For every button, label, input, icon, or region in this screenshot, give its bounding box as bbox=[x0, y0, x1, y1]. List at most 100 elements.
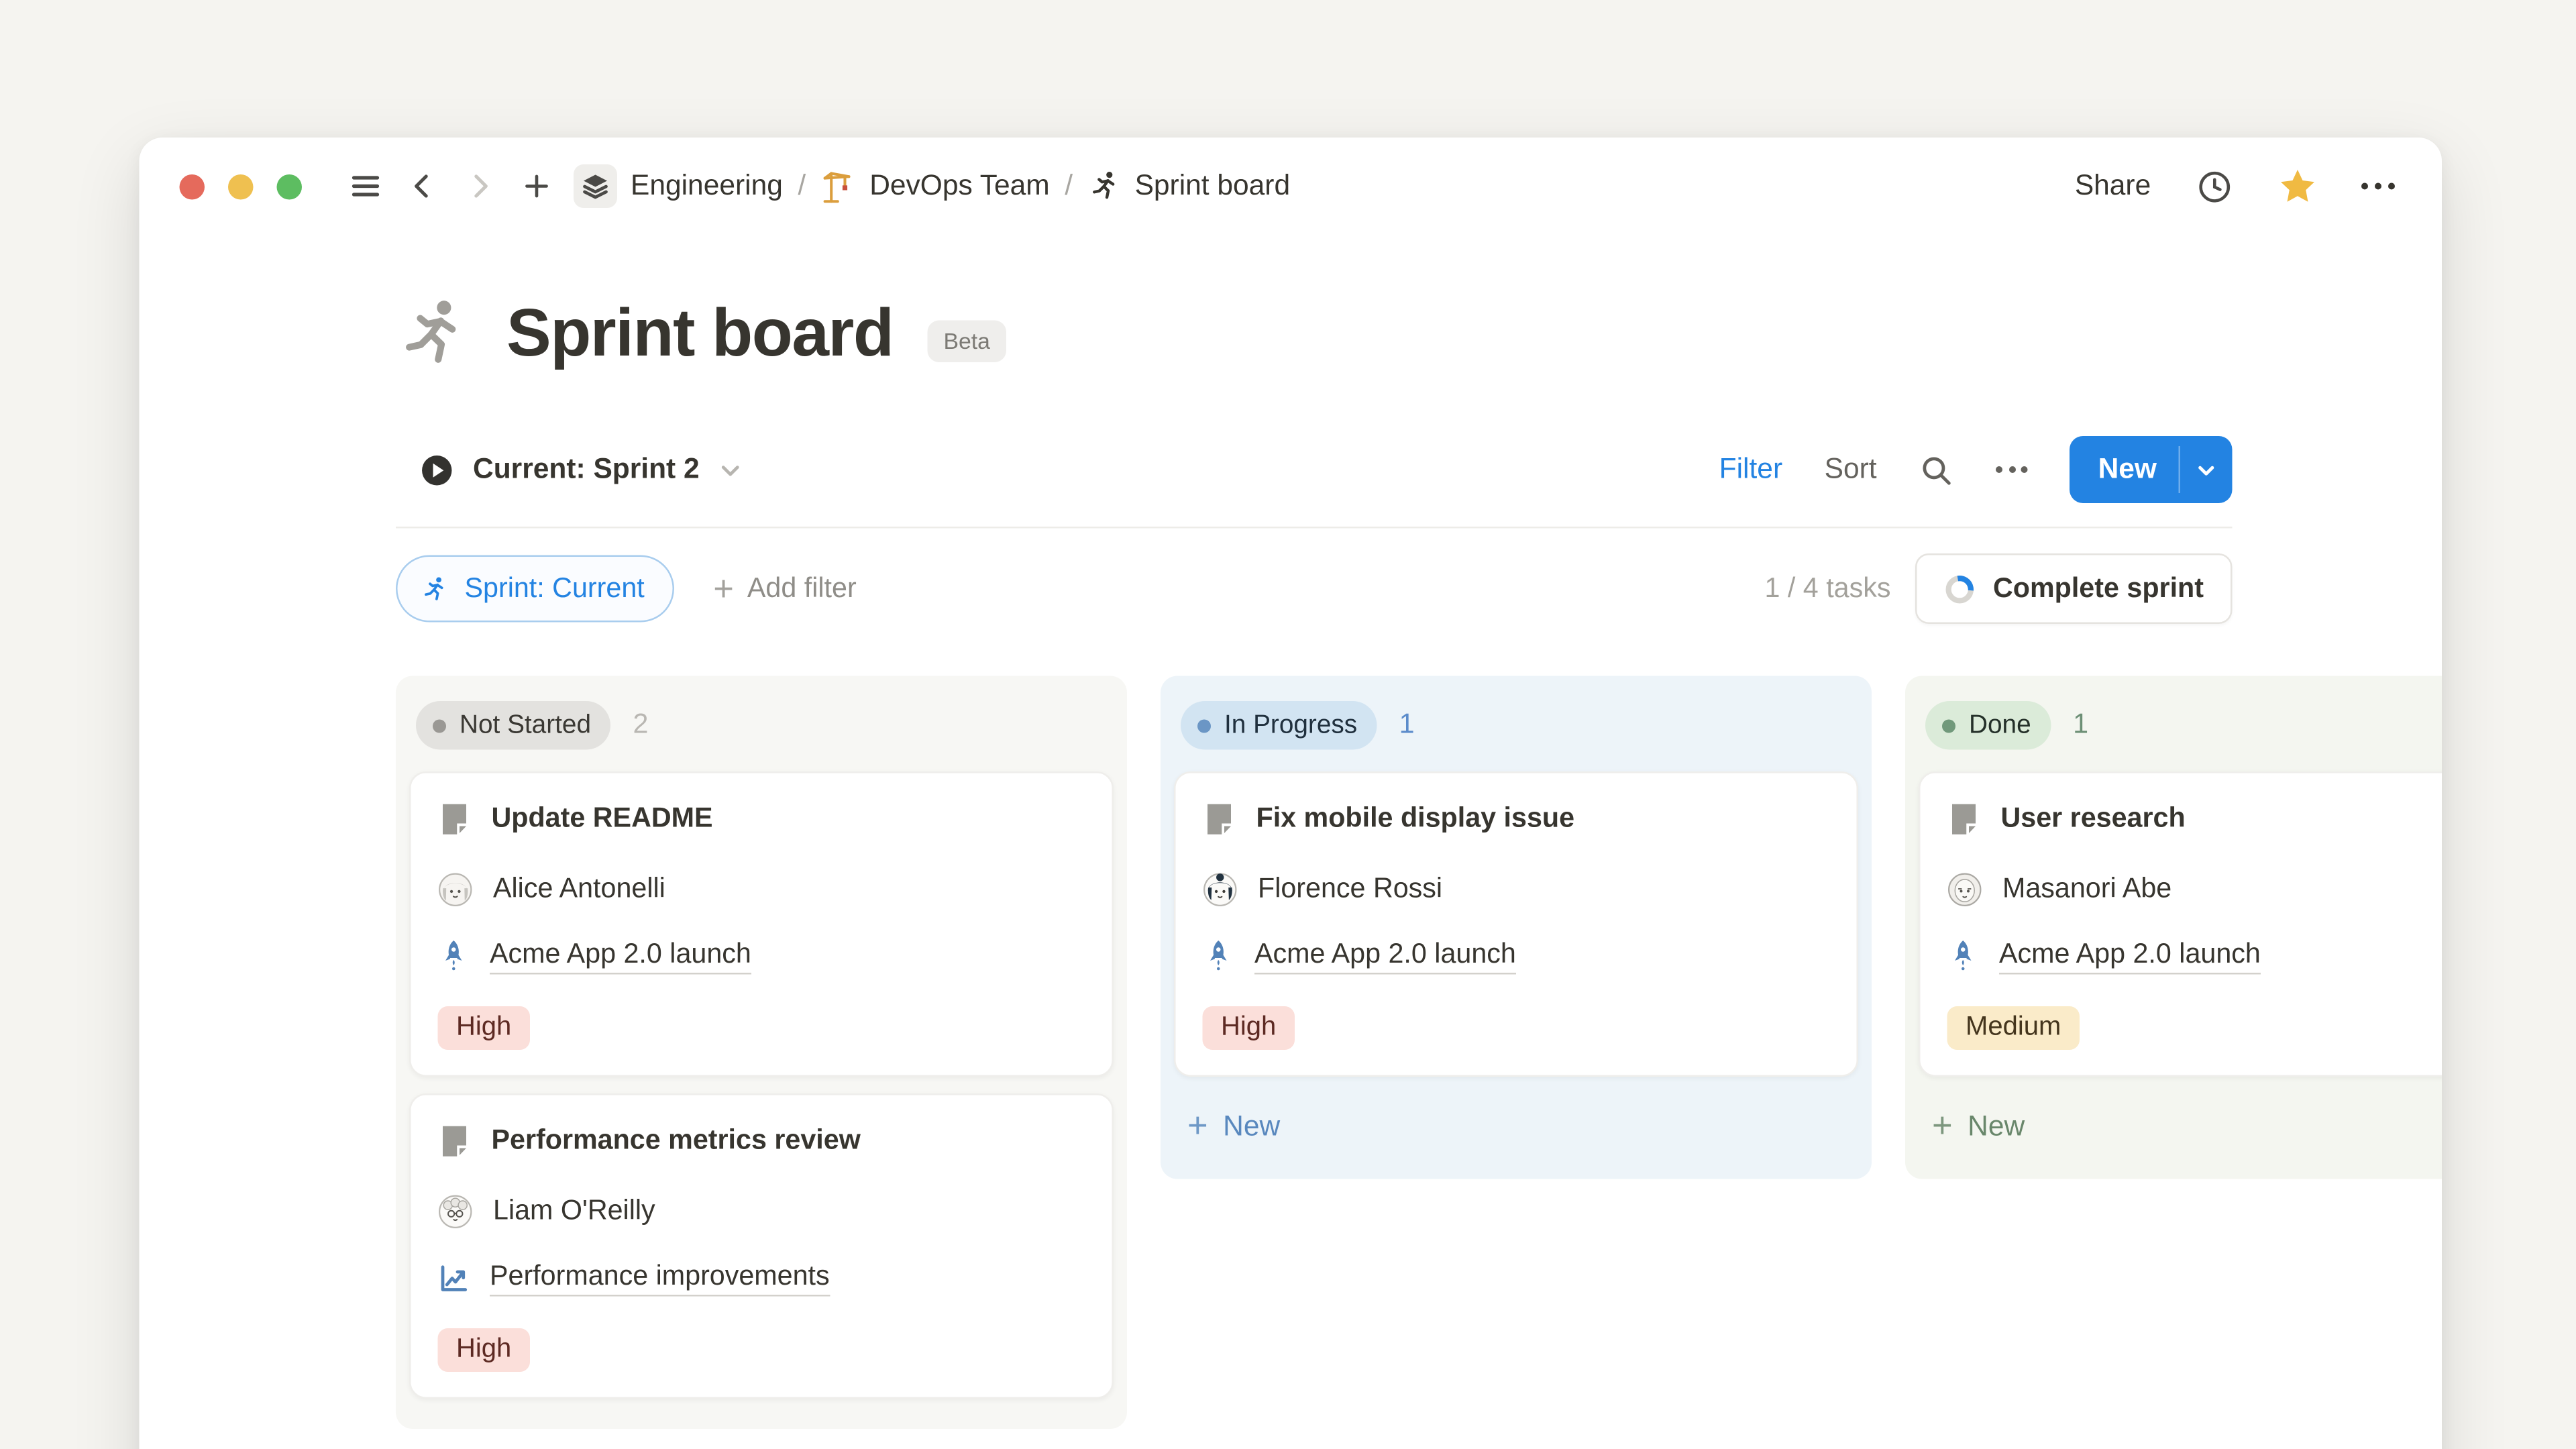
filter-bar: Sprint: Current + Add filter 1 / 4 tasks bbox=[396, 555, 2233, 623]
assignee-name: Liam O'Reilly bbox=[493, 1196, 655, 1228]
breadcrumb-label: Engineering bbox=[631, 170, 783, 203]
assignee-avatar bbox=[1947, 872, 1983, 908]
page-header: Sprint board Beta bbox=[396, 285, 2233, 382]
layers-icon bbox=[574, 164, 617, 208]
assignee-name: Masanori Abe bbox=[2002, 874, 2171, 906]
column-count: 1 bbox=[2073, 710, 2088, 742]
chevron-down-icon[interactable] bbox=[2180, 436, 2233, 503]
rocket-icon bbox=[438, 939, 470, 975]
status-label: Not Started bbox=[460, 710, 591, 741]
task-title: Fix mobile display issue bbox=[1256, 804, 1575, 836]
task-card-fix-mobile-display-issue[interactable]: Fix mobile display issue bbox=[1174, 771, 1858, 1077]
breadcrumb: Engineering / DevOps Team / bbox=[574, 164, 1290, 208]
task-card-performance-metrics-review[interactable]: Performance metrics review bbox=[409, 1093, 1114, 1399]
priority-badge: High bbox=[1203, 1006, 1295, 1050]
column-count: 1 bbox=[1399, 710, 1415, 742]
assignee-name: Alice Antonelli bbox=[493, 874, 665, 906]
board-column-done: Done 1 User research bbox=[1905, 676, 2442, 1179]
breadcrumb-item-sprint-board[interactable]: Sprint board bbox=[1088, 170, 1291, 203]
back-icon[interactable] bbox=[399, 163, 446, 210]
board-column-not-started: Not Started 2 Update README bbox=[396, 676, 1127, 1430]
breadcrumb-item-devops-team[interactable]: DevOps Team bbox=[821, 168, 1050, 204]
clock-icon[interactable] bbox=[2194, 167, 2233, 206]
new-task-label[interactable]: New bbox=[2070, 436, 2178, 503]
breadcrumb-separator: / bbox=[1065, 170, 1073, 203]
project-link[interactable]: Performance improvements bbox=[490, 1261, 830, 1297]
column-header: Done 1 bbox=[1919, 690, 2442, 772]
kanban-board: Not Started 2 Update README bbox=[396, 676, 2442, 1430]
breadcrumb-item-engineering[interactable]: Engineering bbox=[574, 164, 783, 208]
play-circle-icon bbox=[419, 452, 455, 488]
priority-badge: High bbox=[438, 1006, 530, 1050]
runner-icon bbox=[1088, 170, 1122, 203]
assignee-avatar bbox=[1203, 872, 1238, 908]
column-header: Not Started 2 bbox=[409, 690, 1114, 772]
status-pill-not-started[interactable]: Not Started bbox=[416, 701, 611, 750]
sort-button[interactable]: Sort bbox=[1825, 453, 1877, 486]
task-title: Update README bbox=[492, 804, 713, 836]
complete-sprint-label: Complete sprint bbox=[1993, 573, 2204, 605]
page-icon bbox=[1947, 802, 1981, 837]
complete-sprint-button[interactable]: Complete sprint bbox=[1916, 553, 2233, 624]
favorite-star-icon[interactable] bbox=[2277, 166, 2317, 207]
search-icon[interactable] bbox=[1919, 452, 1954, 488]
breadcrumb-label: Sprint board bbox=[1135, 170, 1291, 203]
column-count: 2 bbox=[633, 710, 649, 742]
board-column-in-progress: In Progress 1 Fix mobile display issue bbox=[1161, 676, 1872, 1179]
project-link[interactable]: Acme App 2.0 launch bbox=[1999, 939, 2261, 975]
page-icon bbox=[438, 802, 472, 837]
status-label: In Progress bbox=[1224, 710, 1357, 741]
task-card-user-research[interactable]: User research Masanori Ab bbox=[1919, 771, 2442, 1077]
assignee-avatar bbox=[438, 1194, 474, 1230]
priority-badge: Medium bbox=[1947, 1006, 2080, 1050]
status-pill-done[interactable]: Done bbox=[1925, 701, 2051, 750]
close-window-icon[interactable] bbox=[180, 174, 205, 199]
add-card-button[interactable]: + New bbox=[1174, 1093, 1858, 1166]
view-toolbar: Current: Sprint 2 Filter Sort New bbox=[396, 436, 2233, 503]
rocket-icon bbox=[1203, 939, 1235, 975]
runner-icon bbox=[421, 574, 450, 603]
task-card-update-readme[interactable]: Update README bbox=[409, 771, 1114, 1077]
filter-button[interactable]: Filter bbox=[1719, 453, 1782, 486]
view-options-icon[interactable] bbox=[1996, 466, 2028, 473]
breadcrumb-separator: / bbox=[798, 170, 806, 203]
runner-icon[interactable] bbox=[396, 295, 473, 372]
breadcrumb-label: DevOps Team bbox=[869, 170, 1050, 203]
zoom-window-icon[interactable] bbox=[277, 174, 303, 199]
task-title: Performance metrics review bbox=[492, 1126, 861, 1158]
toolbar-divider bbox=[396, 527, 2233, 529]
share-button[interactable]: Share bbox=[2075, 170, 2151, 203]
forward-icon[interactable] bbox=[456, 163, 503, 210]
priority-badge: High bbox=[438, 1328, 530, 1372]
rocket-icon bbox=[1947, 939, 1980, 975]
progress-ring-icon bbox=[1944, 573, 1976, 605]
add-filter-button[interactable]: + Add filter bbox=[713, 571, 856, 606]
task-title: User research bbox=[2001, 804, 2186, 836]
page-icon bbox=[438, 1124, 472, 1159]
view-selector[interactable]: Current: Sprint 2 bbox=[396, 452, 743, 488]
new-task-button[interactable]: New bbox=[2070, 436, 2232, 503]
column-header: In Progress 1 bbox=[1174, 690, 1858, 772]
minimize-window-icon[interactable] bbox=[228, 174, 254, 199]
assignee-name: Florence Rossi bbox=[1258, 874, 1442, 906]
app-window: Engineering / DevOps Team / bbox=[140, 138, 2443, 1449]
tasks-progress-summary: 1 / 4 tasks bbox=[1764, 573, 1890, 605]
crane-icon bbox=[821, 168, 857, 204]
project-link[interactable]: Acme App 2.0 launch bbox=[1254, 939, 1516, 975]
project-link[interactable]: Acme App 2.0 launch bbox=[490, 939, 751, 975]
chart-icon bbox=[438, 1263, 470, 1295]
beta-badge: Beta bbox=[926, 319, 1006, 362]
add-page-icon[interactable] bbox=[513, 163, 560, 210]
more-options-icon[interactable] bbox=[2361, 182, 2395, 190]
sidebar-menu-icon[interactable] bbox=[342, 163, 389, 210]
window-controls bbox=[180, 174, 303, 199]
status-pill-in-progress[interactable]: In Progress bbox=[1181, 701, 1377, 750]
add-card-label: New bbox=[1223, 1110, 1280, 1143]
window-top-bar: Engineering / DevOps Team / bbox=[140, 138, 2443, 235]
status-dot-icon bbox=[433, 718, 446, 732]
add-card-button[interactable]: + New bbox=[1919, 1093, 2442, 1166]
page-title: Sprint board bbox=[506, 296, 893, 372]
chevron-down-icon bbox=[718, 457, 743, 482]
plus-icon: + bbox=[713, 571, 734, 606]
sprint-filter-chip[interactable]: Sprint: Current bbox=[396, 555, 675, 623]
